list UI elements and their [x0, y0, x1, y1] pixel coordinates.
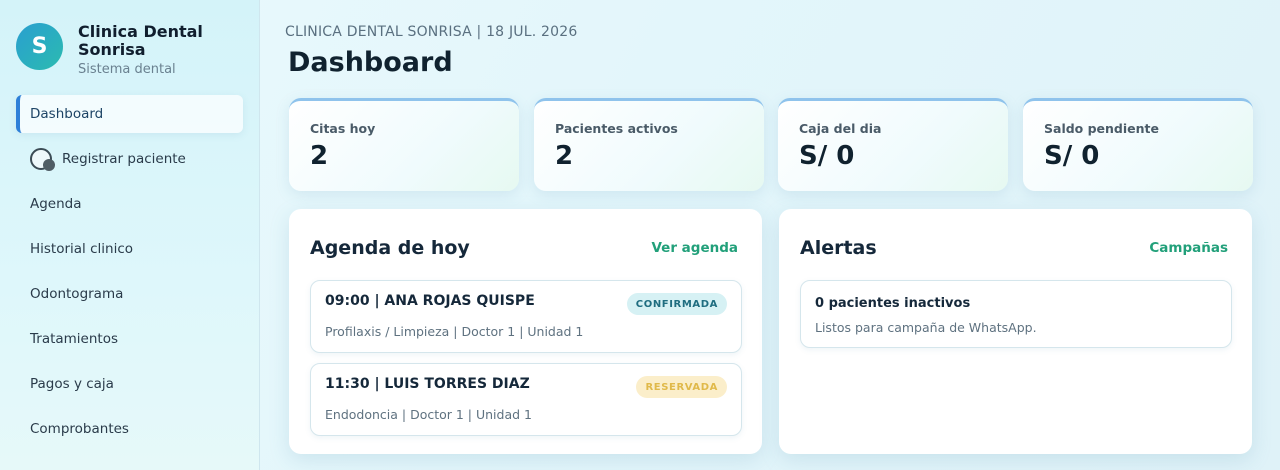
stat-card-pacientes-activos: Pacientes activos 2	[534, 98, 764, 191]
alerts-title: Alertas	[800, 237, 877, 259]
stat-value: S/ 0	[799, 141, 855, 171]
sidebar-item-pagos-y-caja[interactable]: Pagos y caja	[16, 365, 243, 403]
sidebar-item-agenda[interactable]: Agenda	[16, 185, 243, 223]
sidebar-item-odontograma[interactable]: Odontograma	[16, 275, 243, 313]
stat-value: 2	[310, 141, 329, 171]
agenda-title: Agenda de hoy	[310, 237, 470, 259]
brand-name: Clinica Dental Sonrisa	[78, 22, 203, 59]
sidebar-item-label: Historial clinico	[30, 241, 134, 257]
stat-label: Saldo pendiente	[1044, 121, 1159, 136]
stat-card-saldo-pendiente: Saldo pendiente S/ 0	[1023, 98, 1253, 191]
campanas-link[interactable]: Campañas	[1149, 240, 1228, 256]
brand: S Clinica Dental Sonrisa Sistema dental	[16, 23, 228, 77]
appointment-item[interactable]: 09:00 | ANA ROJAS QUISPE Profilaxis / Li…	[310, 280, 742, 353]
stat-label: Pacientes activos	[555, 121, 678, 136]
sidebar-item-label: Odontograma	[30, 286, 124, 302]
sidebar-item-comprobantes[interactable]: Comprobantes	[16, 410, 243, 448]
sidebar-item-dashboard[interactable]: Dashboard	[16, 95, 243, 133]
stat-label: Citas hoy	[310, 121, 376, 136]
stat-card-caja-del-dia: Caja del dia S/ 0	[778, 98, 1008, 191]
alert-title: 0 pacientes inactivos	[815, 296, 971, 311]
sidebar-item-label: Registrar paciente	[62, 151, 186, 167]
sidebar-item-tratamientos[interactable]: Tratamientos	[16, 320, 243, 358]
sidebar: S Clinica Dental Sonrisa Sistema dental …	[0, 0, 260, 470]
alert-item[interactable]: 0 pacientes inactivos Listos para campañ…	[800, 280, 1232, 348]
brand-logo: S	[16, 23, 63, 70]
alerts-card: Alertas Campañas 0 pacientes inactivos L…	[779, 209, 1252, 454]
sidebar-item-registrar-paciente[interactable]: Registrar paciente	[16, 140, 243, 178]
sidebar-item-label: Dashboard	[30, 106, 104, 122]
brand-subtitle: Sistema dental	[78, 62, 176, 77]
sidebar-nav: Dashboard Registrar paciente Agenda Hist…	[16, 95, 243, 455]
sidebar-item-label: Pagos y caja	[30, 376, 114, 392]
stat-value: 2	[555, 141, 574, 171]
sidebar-item-label: Comprobantes	[30, 421, 129, 437]
alert-detail: Listos para campaña de WhatsApp.	[815, 320, 1037, 335]
page-title: Dashboard	[288, 47, 453, 78]
sidebar-item-historial-clinico[interactable]: Historial clinico	[16, 230, 243, 268]
status-badge: RESERVADA	[636, 376, 727, 398]
stat-value: S/ 0	[1044, 141, 1100, 171]
appointment-detail: Profilaxis / Limpieza | Doctor 1 | Unida…	[325, 324, 584, 339]
appointment-detail: Endodoncia | Doctor 1 | Unidad 1	[325, 407, 532, 422]
brand-text: Clinica Dental Sonrisa Sistema dental	[78, 22, 228, 78]
agenda-card: Agenda de hoy Ver agenda 09:00 | ANA ROJ…	[289, 209, 762, 454]
appointment-title: 11:30 | LUIS TORRES DIAZ	[325, 376, 530, 392]
stat-card-citas-hoy: Citas hoy 2	[289, 98, 519, 191]
appointment-item[interactable]: 11:30 | LUIS TORRES DIAZ Endodoncia | Do…	[310, 363, 742, 436]
stat-label: Caja del dia	[799, 121, 882, 136]
toggle-circle-icon	[30, 148, 55, 171]
status-badge: CONFIRMADA	[626, 293, 727, 315]
page-eyebrow: CLINICA DENTAL SONRISA | 18 JUL. 2026	[285, 24, 578, 40]
sidebar-item-label: Tratamientos	[30, 331, 119, 347]
ver-agenda-link[interactable]: Ver agenda	[651, 240, 738, 256]
sidebar-item-label: Agenda	[30, 196, 82, 212]
appointment-title: 09:00 | ANA ROJAS QUISPE	[325, 293, 535, 309]
main-content: CLINICA DENTAL SONRISA | 18 JUL. 2026 Da…	[260, 0, 1280, 470]
